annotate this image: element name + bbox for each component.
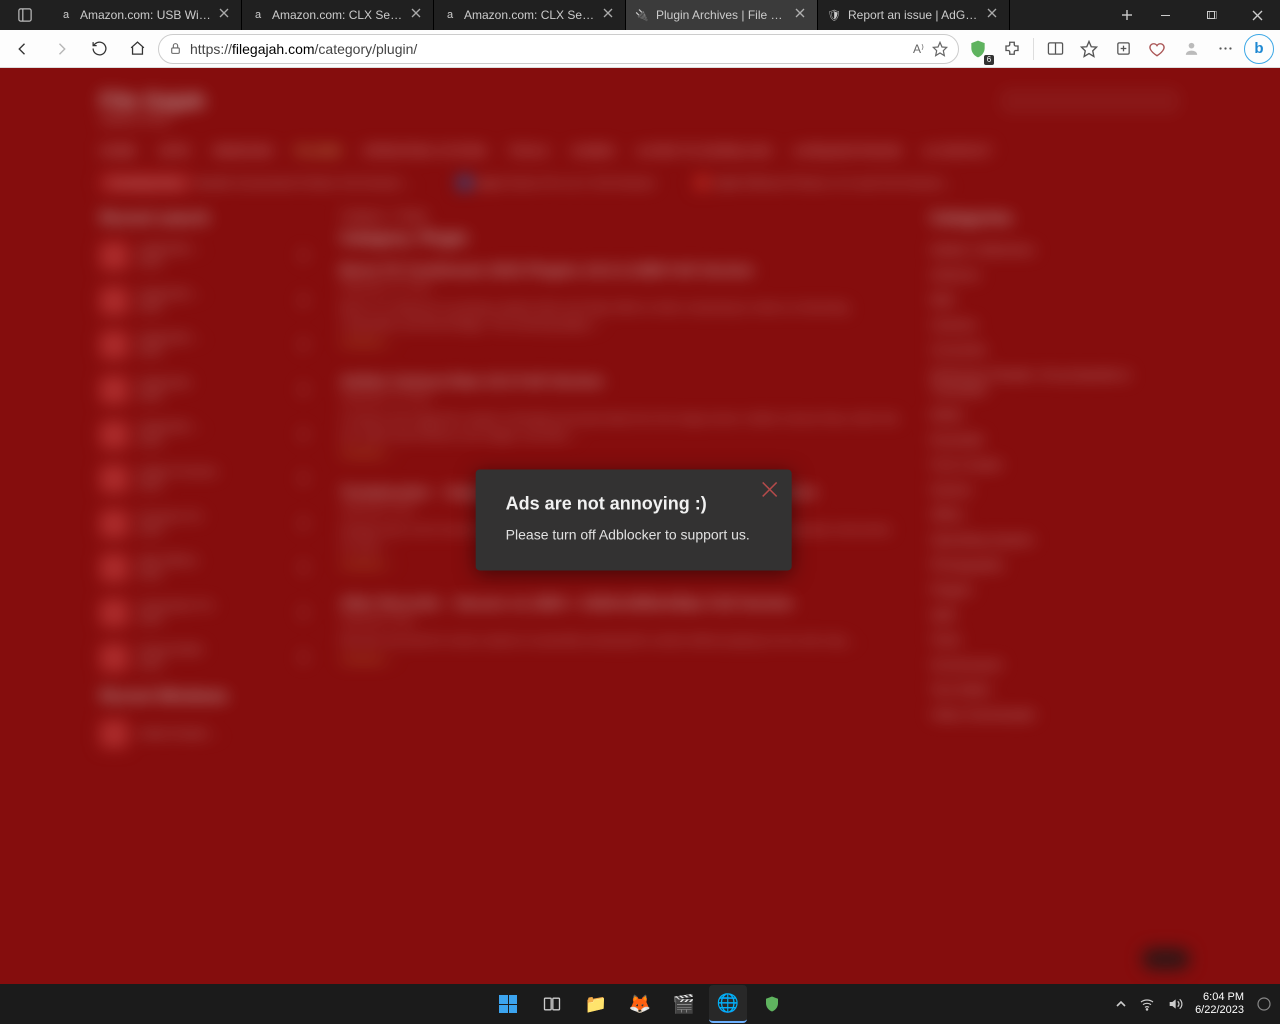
window-controls [1142,0,1280,30]
modal-body: Please turn off Adblocker to support us. [506,526,762,542]
split-screen-icon[interactable] [1040,34,1070,64]
tab-close-icon[interactable] [795,8,809,22]
tab-favicon: a [442,7,458,23]
read-aloud-icon[interactable]: A⁾ [913,42,924,56]
tab-label: Amazon.com: CLX Set Gam [272,8,405,22]
edge-icon[interactable]: 🌐 [709,985,747,1023]
minimize-button[interactable] [1142,0,1188,30]
favorite-icon[interactable] [932,41,948,57]
firefox-icon[interactable]: 🦊 [621,985,659,1023]
collections-icon[interactable] [1108,34,1138,64]
tab-strip: a Amazon.com: USB WiFi Ad a Amazon.com: … [50,0,1112,30]
profile-icon[interactable] [1176,34,1206,64]
browser-titlebar: a Amazon.com: USB WiFi Ad a Amazon.com: … [0,0,1280,30]
window-close-button[interactable] [1234,0,1280,30]
system-tray: 6:04 PM 6/22/2023 [1115,991,1272,1016]
tab-label: Amazon.com: USB WiFi Ad [80,8,213,22]
tab-close-icon[interactable] [411,8,425,22]
back-button[interactable] [6,33,40,65]
favorites-icon[interactable] [1074,34,1104,64]
modal-close-button[interactable] [760,479,780,499]
clock-time: 6:04 PM [1195,991,1244,1004]
browser-essentials-icon[interactable] [1142,34,1172,64]
notifications-icon[interactable] [1256,996,1272,1012]
forward-button [44,33,78,65]
browser-tab[interactable]: a Amazon.com: CLX Set Gam [434,0,626,30]
lock-icon [169,42,182,55]
adguard-extension-icon[interactable]: 6 [963,34,993,64]
tab-favicon: 🛡 [826,7,842,23]
taskview-icon[interactable] [533,985,571,1023]
browser-tab[interactable]: a Amazon.com: CLX Set Gam [242,0,434,30]
browser-tab[interactable]: a Amazon.com: USB WiFi Ad [50,0,242,30]
address-bar[interactable]: https://filegajah.com/category/plugin/ A… [158,34,959,64]
refresh-button[interactable] [82,33,116,65]
tab-label: Plugin Archives | File Gaja [656,8,789,22]
wifi-icon[interactable] [1139,996,1155,1012]
tab-close-icon[interactable] [603,8,617,22]
new-tab-button[interactable] [1112,0,1142,30]
maximize-button[interactable] [1188,0,1234,30]
adguard-badge-count: 6 [984,55,994,65]
tab-favicon: a [250,7,266,23]
home-button[interactable] [120,33,154,65]
adguard-app-icon[interactable] [753,985,791,1023]
volume-icon[interactable] [1167,996,1183,1012]
tray-overflow-icon[interactable] [1115,998,1127,1010]
tab-favicon: a [58,7,74,23]
start-button[interactable] [489,985,527,1023]
taskbar-center: 📁 🦊 🎬 🌐 [489,985,791,1023]
tab-label: Amazon.com: CLX Set Gam [464,8,597,22]
windows-taskbar: 📁 🦊 🎬 🌐 6:04 PM 6/22/2023 [0,984,1280,1024]
taskbar-clock[interactable]: 6:04 PM 6/22/2023 [1195,991,1244,1016]
tab-close-icon[interactable] [987,8,1001,22]
more-menu-icon[interactable] [1210,34,1240,64]
tab-close-icon[interactable] [219,8,233,22]
clock-date: 6/22/2023 [1195,1004,1244,1017]
tab-favicon: 🔌 [634,7,650,23]
extensions-icon[interactable] [997,34,1027,64]
page-viewport: File Gajah Aplikasi Gratis HOMEAPPSWINDO… [0,68,1280,984]
explorer-icon[interactable]: 📁 [577,985,615,1023]
adblock-modal: Ads are not annoying :) Please turn off … [476,469,792,570]
browser-tab[interactable]: 🛡 Report an issue | AdGuard [818,0,1010,30]
tab-label: Report an issue | AdGuard [848,8,981,22]
bing-chat-icon[interactable]: b [1244,34,1274,64]
browser-tab[interactable]: 🔌 Plugin Archives | File Gaja [626,0,818,30]
browser-toolbar: https://filegajah.com/category/plugin/ A… [0,30,1280,68]
tab-actions-button[interactable] [0,0,50,30]
url-text: https://filegajah.com/category/plugin/ [190,41,905,57]
modal-title: Ads are not annoying :) [506,493,762,514]
media-player-icon[interactable]: 🎬 [665,985,703,1023]
